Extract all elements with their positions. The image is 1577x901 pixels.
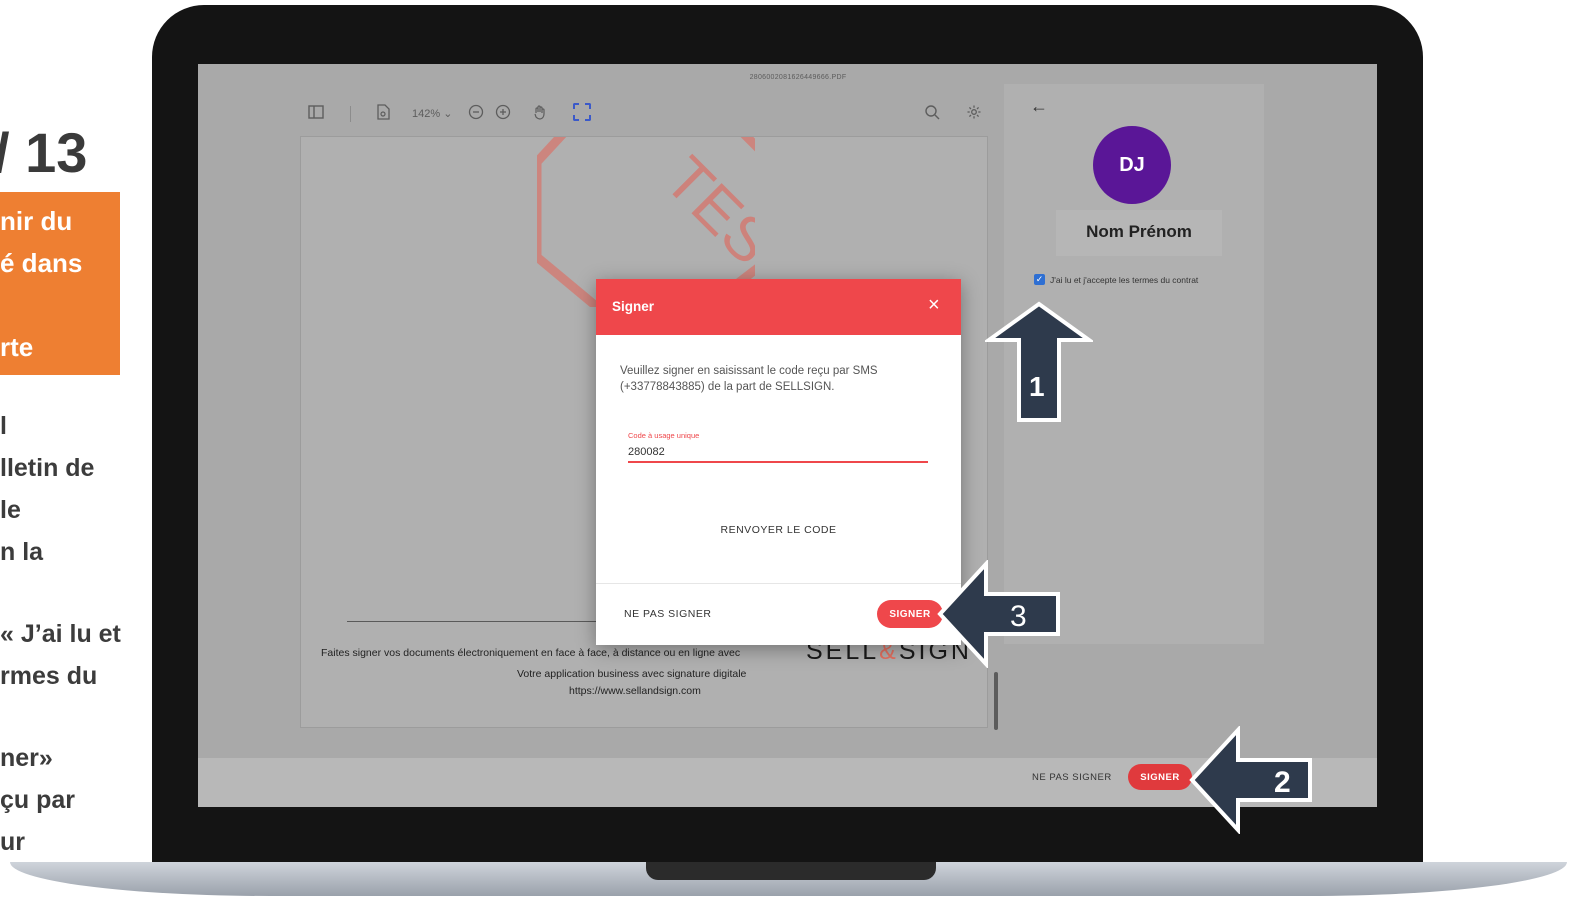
instruction-line: rmes du <box>0 662 98 690</box>
dialog-instruction: Veuillez signer en saisissant le code re… <box>620 365 878 393</box>
callout-line: rte <box>0 332 34 362</box>
avatar: DJ <box>1093 126 1171 204</box>
callout-line: nir du <box>0 206 73 236</box>
instruction-line: ur <box>0 828 25 856</box>
back-arrow-icon[interactable]: ← <box>1030 96 1048 117</box>
annotation-number: 1 <box>1029 371 1045 402</box>
terms-row[interactable]: ✓ J'ai lu et j'accepte les termes du con… <box>1034 274 1198 285</box>
laptop-screen: 2806002081626449666.PDF 142% ⌄ TEST Fait… <box>198 64 1377 807</box>
footer-line: Votre application business avec signatur… <box>517 668 747 680</box>
signer-name-box: Nom Prénom <box>1056 210 1222 256</box>
orange-callout: nir du é dans rte <box>0 192 120 375</box>
footer-line: Faites signer vos documents électronique… <box>321 647 741 659</box>
dialog-divider <box>596 583 961 584</box>
resend-code-button[interactable]: RENVOYER LE CODE <box>596 524 961 536</box>
close-icon[interactable]: × <box>928 295 940 315</box>
document-scrollbar[interactable] <box>994 672 998 730</box>
annotation-arrow-left: 3 <box>937 560 1060 668</box>
sidebar-toggle-icon[interactable] <box>308 104 324 125</box>
annotation-arrow-up: 1 <box>985 301 1093 422</box>
signature-line <box>347 621 597 622</box>
toolbar-divider <box>350 106 351 122</box>
footer-line: https://www.sellandsign.com <box>569 685 701 697</box>
instruction-line: n la <box>0 538 44 566</box>
callout-line: é dans <box>0 248 83 278</box>
annotation-number: 3 <box>1010 600 1027 633</box>
dialog-sign-button[interactable]: SIGNER <box>877 600 943 628</box>
otp-label: Code à usage unique <box>628 431 700 440</box>
decline-button[interactable]: NE PAS SIGNER <box>1032 772 1112 783</box>
dialog-decline-button[interactable]: NE PAS SIGNER <box>624 608 711 620</box>
terms-label: J'ai lu et j'accepte les termes du contr… <box>1050 274 1199 285</box>
annotation-arrow-left: 2 <box>1189 726 1312 834</box>
sign-button[interactable]: SIGNER <box>1128 764 1192 790</box>
instruction-line: lletin de <box>0 454 95 482</box>
otp-input[interactable] <box>628 443 928 463</box>
sign-dialog: Signer × Veuillez signer en saisissant l… <box>596 279 961 645</box>
instruction-line: çu par <box>0 786 76 814</box>
dialog-header: Signer × <box>596 279 961 335</box>
slide-page-number: / 13 <box>0 121 88 184</box>
instruction-line: le <box>0 496 21 524</box>
instruction-line: « J’ai lu et <box>0 620 121 648</box>
page-view-icon[interactable] <box>376 104 390 125</box>
annotation-number: 2 <box>1274 766 1291 799</box>
pdf-toolbar: 142% ⌄ <box>296 98 996 130</box>
select-tool-icon[interactable] <box>573 103 591 121</box>
signer-name: Nom Prénom <box>1086 222 1192 241</box>
zoom-in-icon[interactable] <box>495 104 511 125</box>
hand-tool-icon[interactable] <box>532 104 548 125</box>
zoom-out-icon[interactable] <box>468 104 484 125</box>
gear-icon[interactable] <box>966 104 982 125</box>
document-filename: 2806002081626449666.PDF <box>749 74 847 81</box>
avatar-initials: DJ <box>1119 153 1145 176</box>
terms-checkbox[interactable]: ✓ <box>1034 274 1045 285</box>
instruction-line: l <box>0 412 7 440</box>
laptop-notch <box>646 862 936 880</box>
dialog-title: Signer <box>612 299 655 314</box>
search-icon[interactable] <box>924 104 940 125</box>
instruction-line: ner» <box>0 744 53 772</box>
zoom-select[interactable]: 142% ⌄ <box>412 107 452 120</box>
